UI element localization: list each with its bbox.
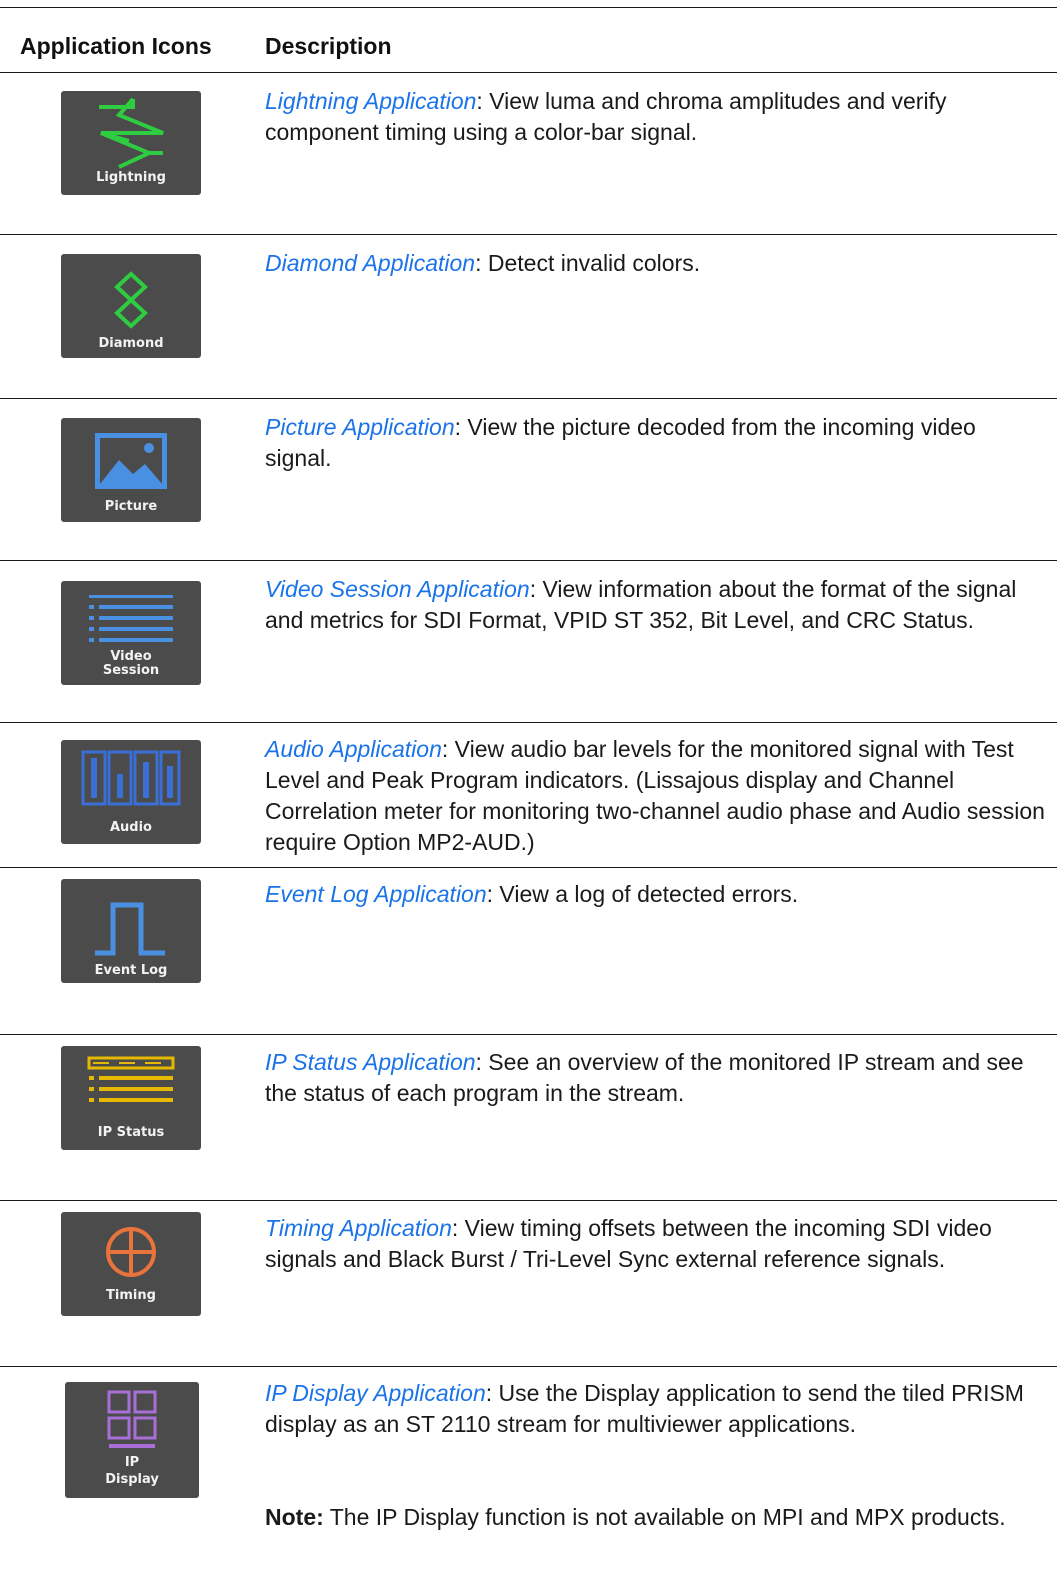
video-session-app-icon[interactable]: Video Session	[61, 581, 201, 685]
note-label: Note:	[265, 1504, 324, 1530]
icon-label-text: IP Display	[105, 1455, 159, 1487]
top-rule	[0, 7, 1057, 8]
row-description: IP Status Application: See an overview o…	[265, 1047, 1045, 1109]
lightning-application-link[interactable]: Lightning Application	[265, 88, 476, 114]
row-description: Audio Application: View audio bar levels…	[265, 734, 1045, 858]
icon-label: Event Log	[94, 963, 168, 978]
row-rule	[0, 234, 1057, 235]
audio-application-link[interactable]: Audio Application	[265, 736, 442, 762]
description-text: : View a log of detected errors.	[486, 881, 799, 907]
icon-label: IP Display	[65, 1454, 199, 1488]
video-session-application-link[interactable]: Video Session Application	[265, 576, 530, 602]
event-log-application-link[interactable]: Event Log Application	[265, 881, 487, 907]
row-rule	[0, 1366, 1057, 1367]
icon-label: Lightning	[96, 170, 166, 185]
row-description: Video Session Application: View informat…	[265, 574, 1045, 636]
audio-app-icon[interactable]: Audio	[61, 740, 201, 844]
row-rule	[0, 1200, 1057, 1201]
icon-label: Diamond	[98, 336, 164, 351]
icon-label: Picture	[104, 499, 158, 514]
icon-label: Timing	[106, 1288, 156, 1303]
row-rule	[0, 560, 1057, 561]
row-description: Picture Application: View the picture de…	[265, 412, 1045, 474]
picture-application-link[interactable]: Picture Application	[265, 414, 455, 440]
picture-app-icon[interactable]: Picture	[61, 418, 201, 522]
header-application-icons: Application Icons	[20, 33, 212, 59]
note-text: The IP Display function is not available…	[323, 1504, 1006, 1530]
diamond-application-link[interactable]: Diamond Application	[265, 250, 475, 276]
icon-label: IP Status	[97, 1125, 165, 1140]
timing-app-icon[interactable]: Timing	[61, 1212, 201, 1316]
timing-application-link[interactable]: Timing Application	[265, 1215, 452, 1241]
icon-label: Audio	[109, 820, 152, 835]
row-rule	[0, 1034, 1057, 1035]
ip-status-application-link[interactable]: IP Status Application	[265, 1049, 476, 1075]
row-description: IP Display Application: Use the Display …	[265, 1378, 1045, 1440]
ip-display-app-icon[interactable]: IP Display	[65, 1382, 199, 1498]
note-paragraph: Note: The IP Display function is not ava…	[265, 1502, 1045, 1533]
diamond-app-icon[interactable]: Diamond	[61, 254, 201, 358]
icon-label-text: Video Session	[102, 649, 160, 678]
event-log-app-icon[interactable]: Event Log	[61, 879, 201, 983]
row-description: Lightning Application: View luma and chr…	[265, 86, 1045, 148]
row-description: Timing Application: View timing offsets …	[265, 1213, 1045, 1275]
icon-label: Video Session	[61, 650, 201, 678]
header-description: Description	[265, 33, 392, 59]
ip-display-application-link[interactable]: IP Display Application	[265, 1380, 486, 1406]
ip-status-app-icon[interactable]: IP Status	[61, 1046, 201, 1150]
row-rule	[0, 398, 1057, 399]
description-text: : Detect invalid colors.	[475, 250, 701, 276]
row-description: Event Log Application: View a log of det…	[265, 879, 1045, 910]
header-rule	[0, 72, 1057, 73]
row-rule	[0, 867, 1057, 868]
row-rule	[0, 722, 1057, 723]
lightning-app-icon[interactable]: Lightning	[61, 91, 201, 195]
row-description: Diamond Application: Detect invalid colo…	[265, 248, 1045, 279]
